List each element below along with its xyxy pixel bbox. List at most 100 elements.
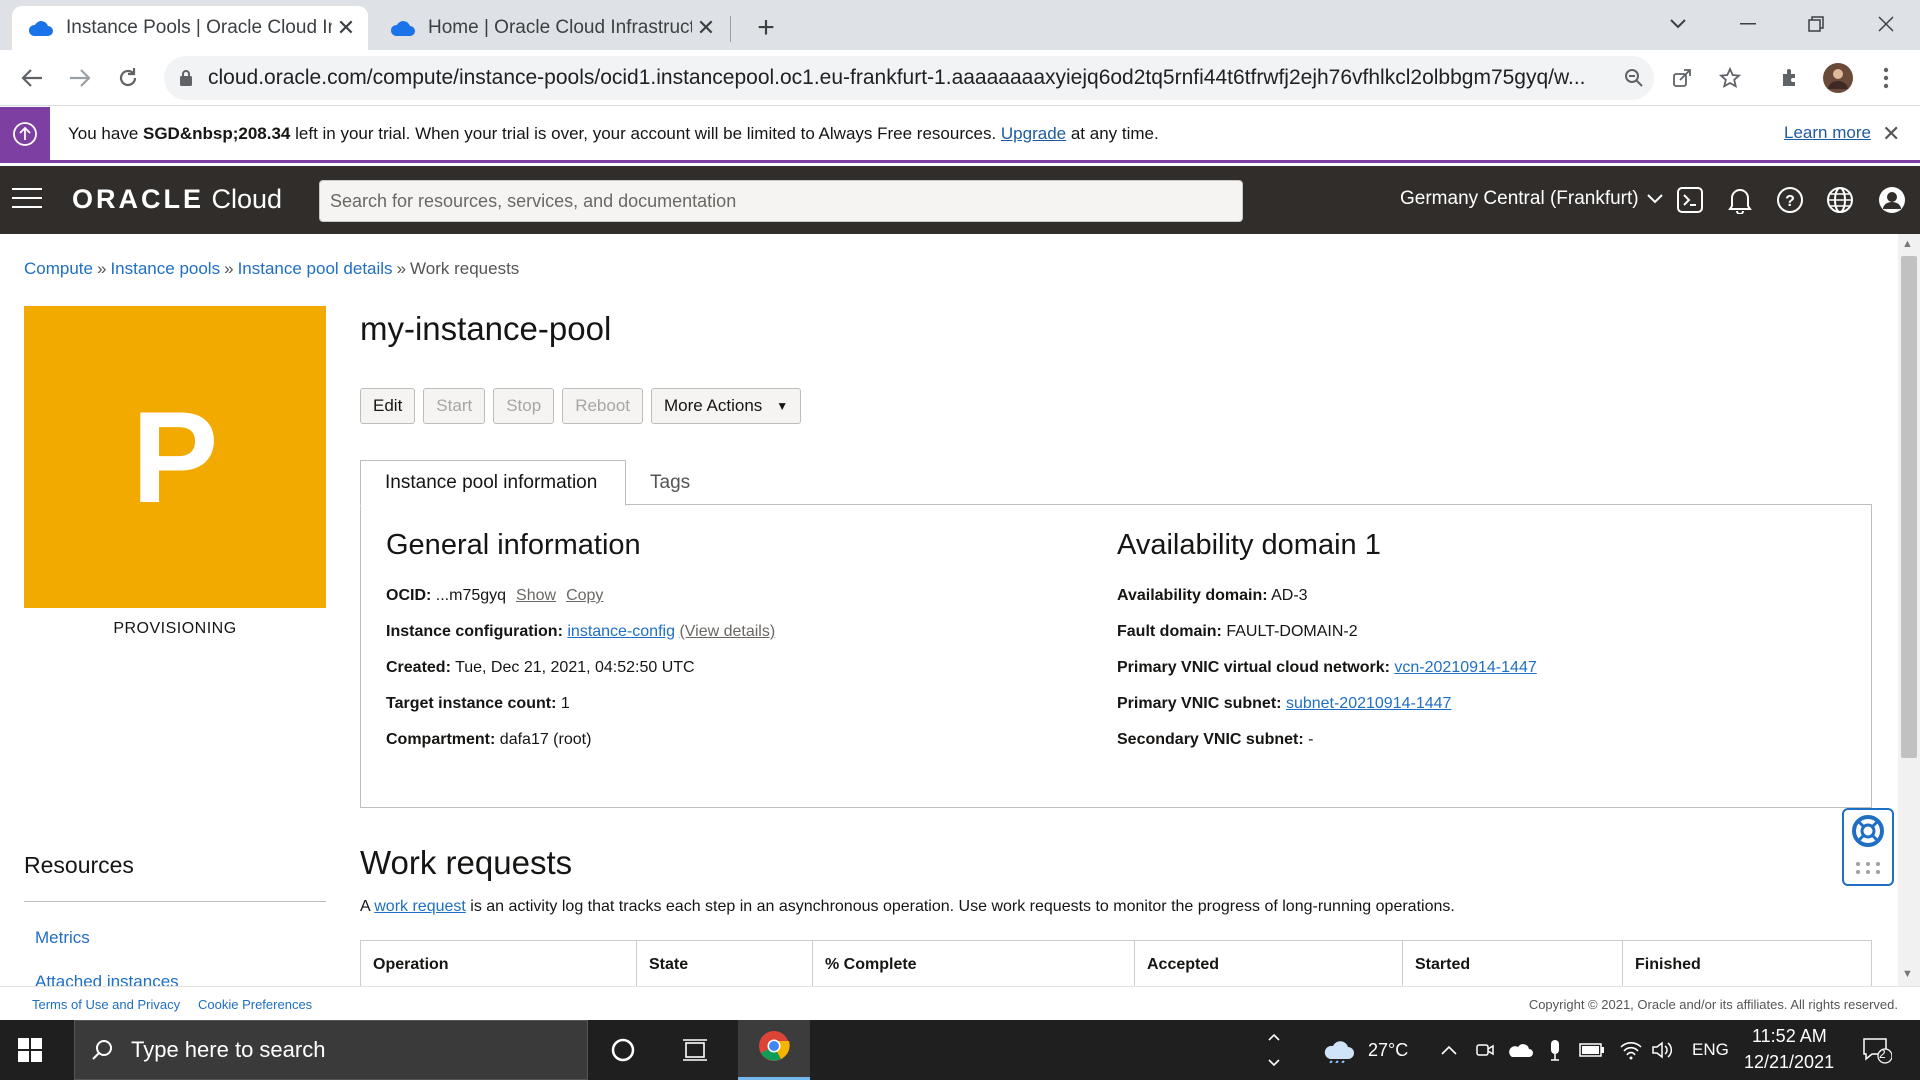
more-actions-button[interactable]: More Actions ▼ [651, 388, 802, 424]
help-icon[interactable]: ? [1774, 184, 1806, 216]
tab-instance-pool-information[interactable]: Instance pool information [360, 460, 626, 506]
work-requests-description: A work request is an activity log that t… [360, 898, 1455, 915]
temperature-text: 27°C [1368, 1040, 1409, 1060]
address-bar[interactable]: cloud.oracle.com/compute/instance-pools/… [164, 56, 1654, 100]
wifi-icon[interactable] [1618, 1034, 1644, 1066]
tab-tags[interactable]: Tags [626, 460, 714, 506]
cortana-icon[interactable] [608, 1034, 638, 1066]
cookie-preferences-link[interactable]: Cookie Preferences [198, 997, 312, 1012]
status-label: PROVISIONING [113, 620, 237, 637]
resource-link-metrics[interactable]: Metrics [35, 928, 90, 948]
instance-config-link[interactable]: instance-config [567, 623, 675, 640]
show-ocid-link[interactable]: Show [506, 587, 556, 604]
breadcrumb-instance-pool-details[interactable]: Instance pool details [238, 259, 393, 278]
clock-date[interactable]: 12/21/2021 [1744, 1052, 1834, 1073]
hamburger-menu-icon[interactable] [12, 188, 42, 212]
battery-icon[interactable] [1578, 1034, 1606, 1066]
copy-ocid-link[interactable]: Copy [556, 587, 603, 604]
breadcrumb-instance-pools[interactable]: Instance pools [110, 259, 220, 278]
console-search-input[interactable]: Search for resources, services, and docu… [319, 180, 1243, 222]
language-indicator[interactable]: ENG [1692, 1040, 1729, 1060]
tray-chevron-up-icon[interactable] [1438, 1034, 1460, 1066]
bell-icon[interactable] [1724, 184, 1756, 216]
user-profile-icon[interactable] [1876, 184, 1908, 216]
volume-icon[interactable] [1650, 1034, 1676, 1066]
meet-now-icon[interactable] [1474, 1034, 1496, 1066]
chevron-up-down-icon[interactable] [1264, 1033, 1284, 1067]
oracle-cloud-logo[interactable]: ORACLE Cloud [72, 184, 282, 215]
profile-avatar[interactable] [1820, 60, 1856, 96]
start-button[interactable]: Start [423, 388, 486, 424]
zoom-icon[interactable] [1616, 60, 1652, 96]
compartment-row: Compartment: dafa17 (root) [386, 731, 592, 748]
back-icon[interactable] [14, 60, 50, 96]
learn-more-link[interactable]: Learn more [1784, 123, 1871, 143]
chrome-taskbar-button[interactable] [738, 1020, 810, 1080]
upgrade-link[interactable]: Upgrade [1001, 124, 1066, 143]
edit-button[interactable]: Edit [360, 388, 416, 424]
share-icon[interactable] [1664, 60, 1700, 96]
search-icon [75, 1039, 113, 1061]
trial-message: You have SGD&nbsp;208.34 left in your tr… [68, 123, 1159, 143]
close-window-icon[interactable] [1858, 6, 1914, 42]
help-widget-button[interactable] [1842, 808, 1894, 886]
reboot-button[interactable]: Reboot [562, 388, 644, 424]
breadcrumb: Compute» Instance pools» Instance pool det… [24, 259, 520, 278]
column-header-operation[interactable]: Operation [361, 941, 637, 986]
tab-search-icon[interactable] [1650, 6, 1706, 42]
weather-icon[interactable] [1322, 1034, 1356, 1066]
tab-home[interactable]: Home | Oracle Cloud Infrastructu ✕ [376, 6, 728, 50]
bookmark-star-icon[interactable] [1712, 60, 1748, 96]
vcn-row: Primary VNIC virtual cloud network: vcn-… [1117, 659, 1537, 676]
close-tab-icon[interactable]: ✕ [692, 14, 720, 42]
resource-link-attached-instances[interactable]: Attached instances [35, 972, 179, 986]
terms-link[interactable]: Terms of Use and Privacy [32, 997, 180, 1012]
new-tab-button[interactable]: + [748, 10, 784, 46]
onedrive-icon[interactable] [1506, 1034, 1534, 1066]
region-selector[interactable]: Germany Central (Frankfurt) [1400, 188, 1663, 210]
subnet-link[interactable]: subnet-20210914-1447 [1286, 695, 1451, 712]
availability-domain-row: Availability domain: AD-3 [1117, 587, 1308, 604]
work-request-link[interactable]: work request [374, 898, 466, 915]
cloud-icon [376, 19, 416, 37]
vcn-link[interactable]: vcn-20210914-1447 [1394, 659, 1536, 676]
tab-title: Home | Oracle Cloud Infrastructu [428, 17, 692, 38]
divider [24, 901, 326, 902]
column-header-finished[interactable]: Finished [1623, 941, 1871, 986]
reload-icon[interactable] [110, 60, 146, 96]
copyright-text: Copyright © 2021, Oracle and/or its affi… [1528, 997, 1898, 1012]
clock-time[interactable]: 11:52 AM [1752, 1026, 1827, 1047]
extensions-icon[interactable] [1772, 60, 1808, 96]
restore-icon[interactable] [1788, 6, 1844, 42]
lock-icon[interactable] [164, 69, 208, 87]
scroll-down-icon[interactable]: ▼ [1902, 968, 1913, 980]
close-icon[interactable]: ✕ [1882, 121, 1900, 147]
main-content: Compute» Instance pools» Instance pool det… [0, 234, 1898, 986]
notifications-icon[interactable]: 2 [1860, 1034, 1894, 1066]
microphone-icon[interactable] [1544, 1034, 1566, 1066]
scroll-up-icon[interactable]: ▲ [1902, 238, 1913, 250]
tab-instance-pools[interactable]: Instance Pools | Oracle Cloud Infr ✕ [12, 6, 368, 50]
column-header-accepted[interactable]: Accepted [1135, 941, 1403, 986]
work-requests-table: Operation State % Complete Accepted Star… [360, 940, 1872, 986]
scrollbar-thumb[interactable] [1901, 256, 1917, 758]
resources-heading: Resources [24, 852, 134, 878]
taskbar-search-input[interactable]: Type here to search [74, 1020, 588, 1080]
target-count-row: Target instance count: 1 [386, 695, 570, 712]
url-text: cloud.oracle.com/compute/instance-pools/… [208, 66, 1586, 89]
column-header-started[interactable]: Started [1403, 941, 1623, 986]
stop-button[interactable]: Stop [493, 388, 555, 424]
breadcrumb-compute[interactable]: Compute [24, 259, 93, 278]
globe-icon[interactable] [1824, 184, 1856, 216]
close-tab-icon[interactable]: ✕ [332, 14, 360, 42]
cloud-shell-icon[interactable] [1674, 184, 1706, 216]
view-details-link[interactable]: (View details) [679, 623, 775, 640]
column-header-state[interactable]: State [637, 941, 813, 986]
page-scrollbar[interactable]: ▲ ▼ [1898, 234, 1920, 986]
minimize-icon[interactable] [1720, 6, 1776, 42]
task-view-icon[interactable] [680, 1034, 710, 1066]
column-header-percent-complete[interactable]: % Complete [813, 941, 1135, 986]
windows-start-icon[interactable] [18, 1038, 42, 1067]
browser-menu-icon[interactable] [1868, 60, 1904, 96]
forward-icon[interactable] [62, 60, 98, 96]
